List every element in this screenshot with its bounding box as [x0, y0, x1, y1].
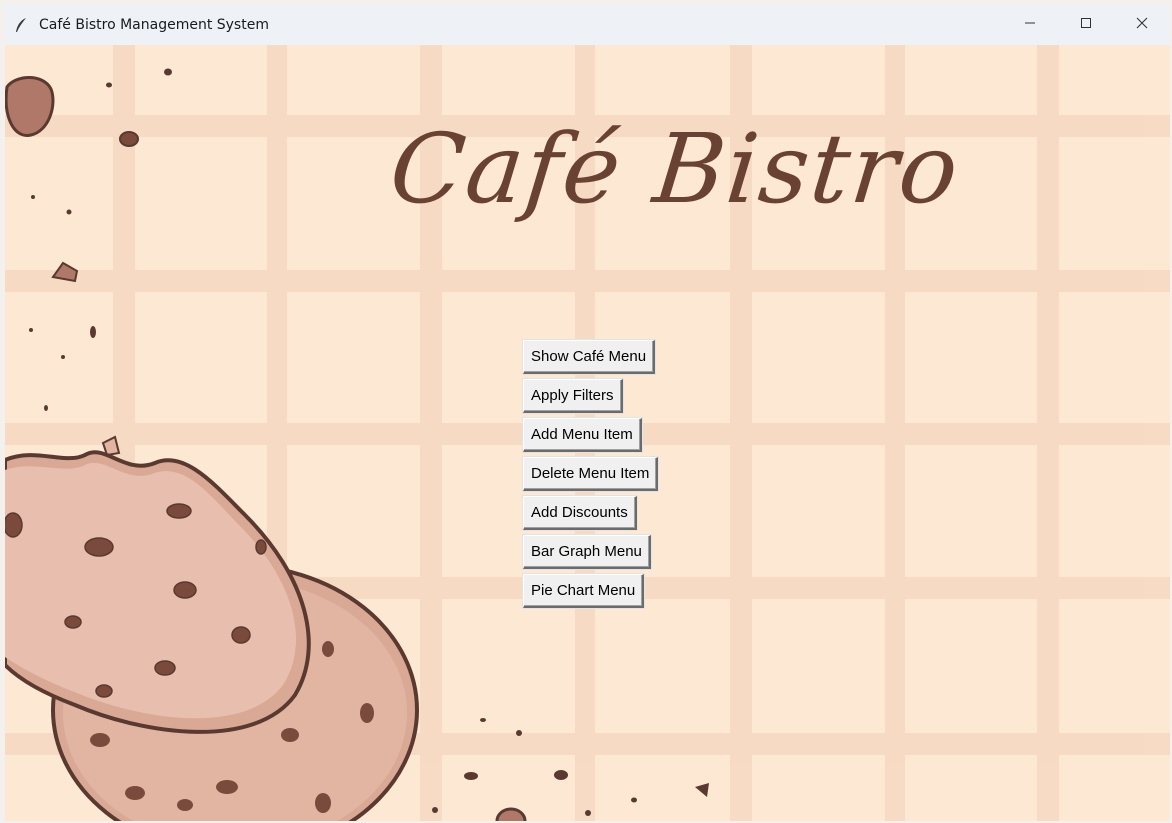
- feather-icon: [13, 17, 29, 33]
- minimize-button[interactable]: [1002, 5, 1058, 45]
- main-canvas: Café Bistro Show Café Menu Apply Filters…: [5, 45, 1170, 821]
- title-bar[interactable]: Café Bistro Management System: [5, 5, 1170, 45]
- add-discounts-button[interactable]: Add Discounts: [523, 496, 637, 530]
- show-cafe-menu-button[interactable]: Show Café Menu: [523, 340, 656, 374]
- window-title: Café Bistro Management System: [39, 17, 269, 33]
- minimize-icon: [1024, 16, 1036, 34]
- maximize-button[interactable]: [1058, 5, 1114, 45]
- apply-filters-button[interactable]: Apply Filters: [523, 379, 623, 413]
- bitten-cookie: [5, 450, 311, 734]
- window-controls: [1002, 5, 1170, 45]
- bar-graph-menu-button[interactable]: Bar Graph Menu: [523, 535, 651, 569]
- brand-logo: Café Bistro: [385, 113, 966, 225]
- app-window: Café Bistro Management System Café Bistr…: [5, 5, 1170, 821]
- pie-chart-menu-button[interactable]: Pie Chart Menu: [523, 574, 645, 608]
- delete-menu-item-button[interactable]: Delete Menu Item: [523, 457, 659, 491]
- add-menu-item-button[interactable]: Add Menu Item: [523, 418, 642, 452]
- main-menu: Show Café Menu Apply Filters Add Menu It…: [523, 340, 659, 613]
- close-icon: [1136, 16, 1148, 34]
- maximize-icon: [1080, 16, 1092, 34]
- close-button[interactable]: [1114, 5, 1170, 45]
